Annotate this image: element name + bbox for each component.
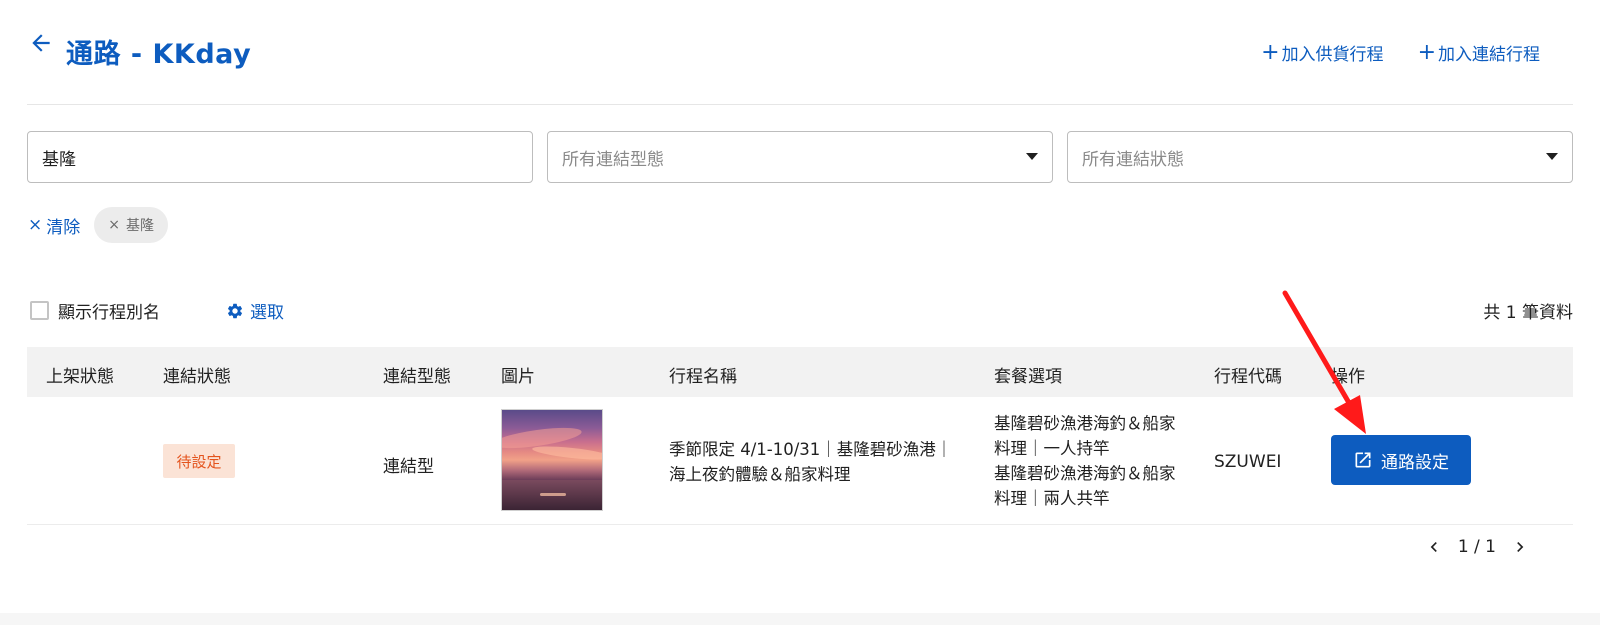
back-arrow-icon[interactable] [28,30,54,56]
dropdown-caret-icon [1546,153,1558,160]
package-option-line: 基隆碧砂漁港海釣＆船家 [994,414,1176,433]
filter-bar: 基隆 所有連結型態 所有連結狀態 [27,131,1573,183]
package-option-line: 基隆碧砂漁港海釣＆船家 [994,464,1176,483]
tour-table: 上架狀態 連結狀態 連結型態 圖片 行程名稱 套餐選項 行程代碼 操作 待設定 … [27,347,1573,525]
page-indicator: 1 / 1 [1457,537,1496,557]
chevron-left-icon[interactable] [1424,537,1444,557]
tour-code-cell: SZUWEI [1214,452,1282,472]
add-linked-tour-button[interactable]: + 加入連結行程 [1418,40,1540,65]
tour-name-line: 海上夜釣體驗＆船家料理 [669,465,851,484]
link-status-placeholder: 所有連結狀態 [1082,149,1184,170]
filter-chip: × 基隆 [94,207,168,243]
link-type-select[interactable]: 所有連結型態 [547,131,1053,183]
gear-icon [227,303,243,318]
header-actions: + 加入供貨行程 + 加入連結行程 [1261,40,1540,65]
tour-name-line: 季節限定 4/1-10/31｜基隆碧砂漁港｜ [669,440,953,459]
package-option-line: 料理｜兩人共竿 [994,489,1110,508]
plus-icon: + [1261,39,1280,65]
page-header: 通路 - KKday + 加入供貨行程 + 加入連結行程 [28,26,1540,78]
page-title: 通路 - KKday [66,39,252,70]
header-link-type: 連結型態 [383,367,451,387]
tour-name-cell: 季節限定 4/1-10/31｜基隆碧砂漁港｜ 海上夜釣體驗＆船家料理 [669,437,952,487]
total-count: 共 1 筆資料 [1483,303,1573,323]
show-alias-toggle: 顯示行程別名 [30,298,160,323]
show-alias-checkbox[interactable] [30,301,49,320]
header-tour-code: 行程代碼 [1214,367,1282,387]
link-type-cell: 連結型 [383,457,434,477]
channel-settings-label: 通路設定 [1381,452,1449,473]
package-options-cell: 基隆碧砂漁港海釣＆船家 料理｜一人持竿 基隆碧砂漁港海釣＆船家 料理｜兩人共竿 [994,411,1176,511]
open-in-new-icon [1355,452,1371,468]
remove-chip-icon[interactable]: × [108,217,120,233]
show-alias-label: 顯示行程別名 [58,303,160,323]
table-header: 上架狀態 連結狀態 連結型態 圖片 行程名稱 套餐選項 行程代碼 操作 [27,347,1573,397]
active-filters: × 清除 × 基隆 [28,207,168,243]
clear-filters-button[interactable]: × 清除 [28,213,80,238]
header-image: 圖片 [501,367,535,387]
header-actions: 操作 [1331,367,1365,387]
thumbnail-cloud [531,443,602,463]
filter-chip-label: 基隆 [125,218,154,234]
add-linked-tour-label: 加入連結行程 [1438,45,1540,65]
channel-settings-button[interactable]: 通路設定 [1331,435,1471,485]
header-listing-status: 上架狀態 [46,367,114,387]
keyword-search-input[interactable]: 基隆 [27,131,533,183]
thumbnail-glint [540,493,566,496]
add-supply-tour-button[interactable]: + 加入供貨行程 [1261,40,1383,65]
table-toolbar: 顯示行程別名 選取 共 1 筆資料 [30,298,1573,323]
status-badge: 待設定 [163,444,235,478]
header-divider [27,104,1573,105]
link-status-select[interactable]: 所有連結狀態 [1067,131,1573,183]
dropdown-caret-icon [1026,153,1038,160]
plus-icon: + [1417,39,1436,65]
link-type-placeholder: 所有連結型態 [562,149,664,170]
header-tour-name: 行程名稱 [669,367,737,387]
add-supply-tour-label: 加入供貨行程 [1281,45,1384,65]
footer-strip [0,613,1600,625]
keyword-value: 基隆 [42,149,76,170]
close-icon: × [28,215,43,235]
chevron-right-icon[interactable] [1510,537,1530,557]
select-columns-label: 選取 [250,303,284,323]
header-package-options: 套餐選項 [994,367,1062,387]
package-option-line: 料理｜一人持竿 [994,439,1110,458]
pagination: 1 / 1 [1424,537,1530,557]
clear-filters-label: 清除 [46,217,81,238]
table-row: 待設定 連結型 季節限定 4/1-10/31｜基隆碧砂漁港｜ 海上夜釣體驗＆船家… [27,397,1573,525]
select-columns-button[interactable]: 選取 [226,298,284,323]
header-link-status: 連結狀態 [163,367,231,387]
tour-thumbnail [501,409,603,511]
